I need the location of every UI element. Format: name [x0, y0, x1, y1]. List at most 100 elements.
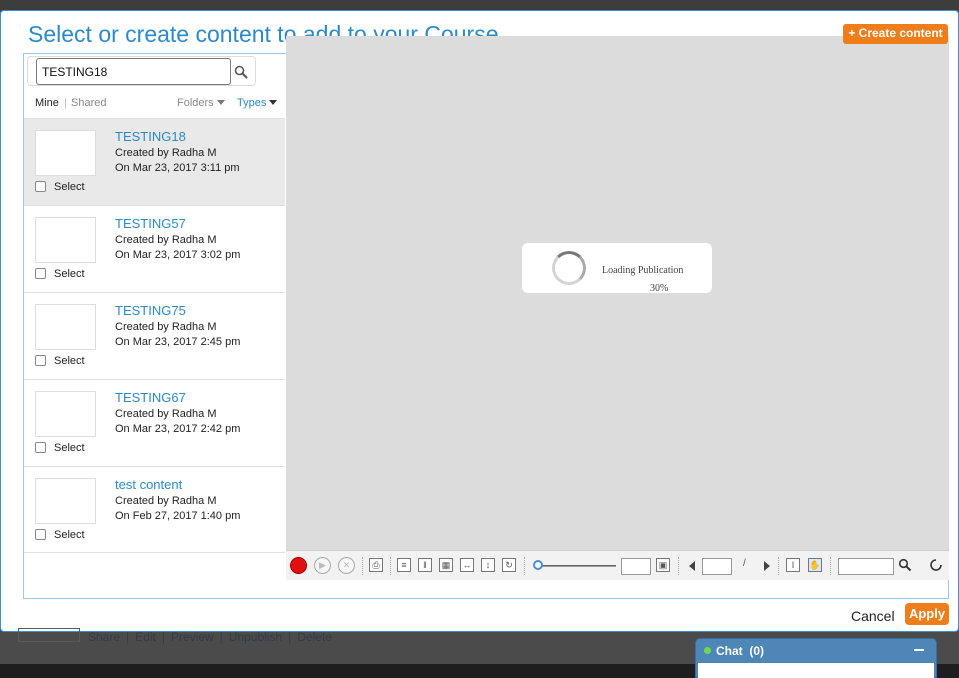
list-item[interactable]: TESTING67 Created by Radha M On Mar 23, …	[24, 379, 285, 466]
select-checkbox[interactable]	[35, 529, 46, 540]
list-item[interactable]: TESTING18 Created by Radha M On Mar 23, …	[24, 118, 285, 205]
page-separator: /	[743, 558, 746, 569]
unpublish-link: Unpublish	[228, 630, 283, 644]
search-input[interactable]	[36, 58, 231, 85]
chat-title[interactable]: Chat (0)	[716, 644, 764, 658]
caret-down-icon	[216, 100, 225, 105]
apply-button[interactable]: Apply	[905, 603, 949, 625]
item-title[interactable]: TESTING18	[115, 129, 186, 144]
share-link: Share	[88, 630, 121, 644]
delete-link: Delete	[297, 630, 332, 644]
item-date: On Mar 23, 2017 3:02 pm	[115, 249, 241, 261]
caret-down-icon	[269, 100, 278, 105]
content-thumbnail[interactable]	[35, 391, 96, 437]
minimize-icon[interactable]	[914, 649, 924, 651]
filter-separator: |	[64, 97, 67, 109]
zoom-input[interactable]	[621, 558, 651, 575]
find-search-icon[interactable]	[898, 558, 912, 572]
publication-viewer: Loading Publication 30% ▶ ✕ ⎙ ≡ ‖ ▦ ↔ ↕ …	[286, 36, 949, 580]
content-list: TESTING18 Created by Radha M On Mar 23, …	[24, 118, 285, 553]
select-label[interactable]: Select	[54, 181, 85, 193]
item-date: On Mar 23, 2017 3:11 pm	[115, 162, 240, 174]
link-separator: |	[126, 630, 130, 644]
folders-label: Folders	[177, 97, 214, 109]
backdrop-field	[18, 628, 80, 642]
select-checkbox[interactable]	[35, 181, 46, 192]
two-page-icon[interactable]: ‖	[418, 558, 432, 572]
folders-dropdown[interactable]: Folders	[177, 97, 225, 109]
item-meta: Created by Radha M On Mar 23, 2017 3:02 …	[115, 233, 240, 263]
loading-text: Loading Publication	[602, 265, 684, 276]
select-label[interactable]: Select	[54, 442, 85, 454]
link-separator: |	[219, 630, 223, 644]
item-title[interactable]: TESTING75	[115, 303, 186, 318]
select-checkbox[interactable]	[35, 442, 46, 453]
thumbnails-icon[interactable]: ▦	[439, 558, 453, 572]
item-author: Created by Radha M	[115, 234, 217, 246]
filter-bar: Mine | Shared Folders Types	[24, 92, 285, 118]
chat-body	[698, 663, 934, 678]
content-thumbnail[interactable]	[35, 304, 96, 350]
content-thumbnail[interactable]	[35, 130, 96, 176]
zoom-slider-handle[interactable]	[533, 560, 543, 570]
toolbar-divider	[778, 557, 779, 575]
spinner-icon	[552, 251, 586, 285]
list-item[interactable]: test content Created by Radha M On Feb 2…	[24, 466, 285, 553]
types-dropdown[interactable]: Types	[237, 97, 278, 109]
content-picker-modal: Select or create content to add to your …	[0, 10, 959, 632]
toolbar-divider	[524, 557, 525, 575]
select-label[interactable]: Select	[54, 529, 85, 541]
item-title[interactable]: test content	[115, 477, 182, 492]
list-item[interactable]: TESTING75 Created by Radha M On Mar 23, …	[24, 292, 285, 379]
select-checkbox[interactable]	[35, 268, 46, 279]
hand-tool-icon[interactable]: ✋	[808, 558, 822, 572]
edit-link: Edit	[135, 630, 156, 644]
loading-dialog: Loading Publication 30%	[522, 243, 712, 294]
create-content-button[interactable]: + Create content	[843, 24, 948, 44]
content-thumbnail[interactable]	[35, 478, 96, 524]
play-icon[interactable]: ▶	[314, 557, 331, 574]
filter-mine[interactable]: Mine	[35, 97, 59, 109]
record-icon[interactable]	[290, 557, 307, 574]
select-label[interactable]: Select	[54, 268, 85, 280]
item-meta: Created by Radha M On Mar 23, 2017 3:11 …	[115, 146, 240, 176]
toolbar-divider	[678, 557, 679, 575]
link-separator: |	[288, 630, 292, 644]
item-title[interactable]: TESTING67	[115, 390, 186, 405]
chat-count: (0)	[749, 644, 765, 658]
print-icon[interactable]: ⎙	[369, 558, 383, 572]
item-date: On Mar 23, 2017 2:42 pm	[115, 423, 241, 435]
chat-widget[interactable]: Chat (0)	[695, 638, 937, 678]
filter-shared[interactable]: Shared	[71, 97, 106, 109]
toolbar-divider	[830, 557, 831, 575]
stop-icon[interactable]: ✕	[338, 557, 355, 574]
page-backdrop-top	[0, 0, 959, 10]
preview-link: Preview	[170, 630, 214, 644]
types-label: Types	[237, 97, 267, 109]
previous-page-icon[interactable]	[689, 561, 695, 571]
search-bar	[27, 56, 256, 86]
select-label[interactable]: Select	[54, 355, 85, 367]
refresh-icon[interactable]	[929, 558, 943, 572]
fullscreen-icon[interactable]: ▣	[656, 558, 670, 572]
text-select-icon[interactable]: I	[786, 558, 800, 572]
content-thumbnail[interactable]	[35, 217, 96, 263]
item-author: Created by Radha M	[115, 147, 217, 159]
zoom-slider[interactable]	[536, 565, 616, 567]
rotate-icon[interactable]: ↻	[502, 558, 516, 572]
item-author: Created by Radha M	[115, 321, 217, 333]
item-date: On Mar 23, 2017 2:45 pm	[115, 336, 241, 348]
fit-height-icon[interactable]: ↕	[481, 558, 495, 572]
cancel-button[interactable]: Cancel	[851, 608, 895, 624]
item-title[interactable]: TESTING57	[115, 216, 186, 231]
loading-percent: 30%	[650, 283, 669, 294]
select-checkbox[interactable]	[35, 355, 46, 366]
single-page-icon[interactable]: ≡	[397, 558, 411, 572]
item-author: Created by Radha M	[115, 408, 217, 420]
fit-width-icon[interactable]: ↔	[460, 558, 474, 572]
list-item[interactable]: TESTING57 Created by Radha M On Mar 23, …	[24, 205, 285, 292]
find-input[interactable]	[838, 558, 894, 575]
magnifier-icon[interactable]	[234, 65, 248, 79]
next-page-icon[interactable]	[764, 561, 770, 571]
page-number-input[interactable]	[702, 558, 732, 575]
